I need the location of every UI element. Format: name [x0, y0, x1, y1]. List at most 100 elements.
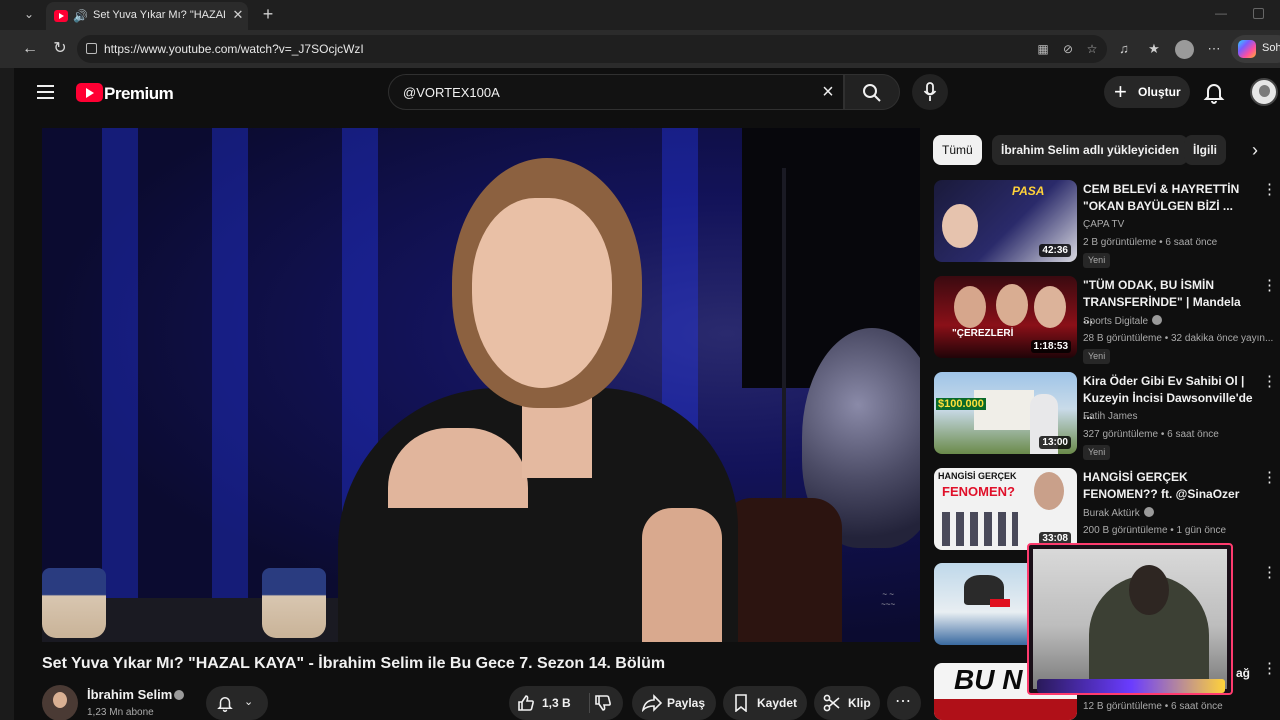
scissors-icon [823, 694, 840, 712]
refresh-icon[interactable]: ↻ [50, 39, 70, 59]
search-input[interactable]: @VORTEX100A × [388, 74, 844, 110]
subscriber-count: 1,23 Mn abone [87, 707, 154, 718]
window-minimize-button[interactable]: — [1214, 6, 1228, 20]
plus-icon: + [1114, 79, 1127, 104]
curtain-fold [102, 128, 138, 642]
hamburger-menu-icon[interactable] [34, 81, 58, 103]
video-title: Set Yuva Yıkar Mı? "HAZAL KAYA" - İbrahi… [42, 655, 666, 672]
new-badge: Yeni [1083, 253, 1111, 268]
clip-label: Klip [848, 696, 871, 710]
more-vertical-icon[interactable]: ⋮ [1262, 564, 1277, 582]
recommendation-channel[interactable]: Burak Aktürk [1083, 507, 1154, 519]
browser-profile-avatar[interactable] [1175, 40, 1194, 59]
more-icon[interactable]: ⋯ [1205, 40, 1223, 58]
share-button[interactable]: Paylaş [632, 686, 716, 720]
recommendation-thumbnail[interactable]: HANGİSİ GERÇEK FENOMEN? 33:08 [934, 468, 1077, 550]
video-duration: 1:18:53 [1030, 340, 1071, 353]
streamer-head [1129, 565, 1169, 615]
new-badge: Yeni [1083, 349, 1111, 364]
clip-button[interactable]: Klip [814, 686, 880, 720]
channel-name[interactable]: İbrahim Selim [87, 687, 172, 702]
address-bar[interactable]: https://www.youtube.com/watch?v=_J7SOcjc… [77, 35, 1107, 63]
recommendation-title[interactable]: CEM BELEVİ & HAYRETTİN "OKAN BAYÜLGEN Bİ… [1083, 181, 1253, 215]
lamp-post [782, 168, 786, 528]
logo-text: Premium [104, 84, 174, 103]
show-watermark-logo: ~ ~ ~~~ [880, 590, 895, 609]
search-button[interactable] [844, 74, 900, 110]
like-button[interactable]: 1,3 B [509, 686, 589, 720]
more-actions-button[interactable]: ⋯ [887, 686, 921, 720]
recommendation-thumbnail[interactable]: $100.000 13:00 [934, 372, 1077, 454]
tracking-prevention-icon[interactable]: ⊘ [1060, 41, 1076, 57]
bell-icon [217, 697, 233, 712]
armchair [722, 498, 842, 642]
more-vertical-icon[interactable]: ⋮ [1262, 181, 1277, 199]
chevron-right-icon[interactable]: › [1244, 139, 1266, 161]
audio-playing-icon[interactable]: 🔊 [73, 8, 89, 24]
thumb-house [974, 390, 1034, 430]
video-duration: 42:36 [1039, 244, 1071, 257]
thumb-person [954, 286, 986, 328]
video-player[interactable]: ~ ~ ~~~ [42, 128, 920, 642]
favorites-icon[interactable]: ★ [1145, 40, 1163, 58]
thumb-strip [934, 699, 1077, 720]
save-button[interactable]: Kaydet [723, 686, 807, 720]
like-dislike-group: 1,3 B [509, 686, 623, 720]
more-vertical-icon[interactable]: ⋮ [1262, 660, 1277, 678]
tab-list-chevron-icon[interactable]: ⌄ [20, 7, 38, 23]
copilot-button[interactable]: Soh [1231, 35, 1280, 63]
thumb-person [1034, 472, 1064, 510]
subscribed-notification-button[interactable]: ⌄ [206, 686, 268, 720]
recommendation-meta: 2 B görüntüleme • 6 saat önce [1083, 237, 1218, 248]
video-duration: 13:00 [1039, 436, 1071, 449]
recommendation-channel[interactable]: Sports Digitale [1083, 315, 1163, 327]
favorite-star-icon[interactable]: ☆ [1084, 41, 1100, 57]
share-label: Paylaş [667, 696, 706, 710]
media-control-icon[interactable]: ♫ [1115, 40, 1133, 58]
thumb-subtext: FENOMEN? [942, 484, 1015, 499]
recommendation-meta: 200 B görüntüleme • 1 gün önce [1083, 525, 1227, 536]
tab-close-icon[interactable]: ✕ [230, 7, 246, 23]
recommendation-thumbnail[interactable]: PASA 42:36 [934, 180, 1077, 262]
clear-search-icon[interactable]: × [817, 81, 839, 103]
copilot-label: Soh [1262, 42, 1280, 54]
thumb-person [996, 284, 1028, 326]
recommendation-channel[interactable]: ÇAPA TV [1083, 219, 1124, 230]
new-tab-button[interactable]: + [258, 4, 278, 24]
dislike-button[interactable] [590, 686, 623, 720]
recommendation-channel[interactable]: Fatih James [1083, 411, 1137, 422]
recommendation-thumbnail[interactable]: "ÇEREZLERİ 1:18:53 [934, 276, 1077, 358]
search-value[interactable]: @VORTEX100A [403, 85, 500, 100]
youtube-favicon-icon [54, 10, 68, 22]
account-avatar[interactable] [1250, 78, 1278, 106]
browser-tab[interactable]: 🔊 Set Yuva Yıkar Mı? "HAZAL KA ✕ [46, 2, 248, 30]
notifications-bell-icon[interactable] [1202, 80, 1226, 104]
browser-side-strip [0, 68, 14, 720]
lock-icon[interactable] [86, 43, 97, 54]
more-vertical-icon[interactable]: ⋮ [1262, 277, 1277, 295]
search-icon [863, 84, 881, 102]
tab-title: Set Yuva Yıkar Mı? "HAZAL KA [93, 9, 225, 21]
thumbs-up-icon [518, 695, 534, 711]
url-text[interactable]: https://www.youtube.com/watch?v=_J7SOcjc… [104, 42, 364, 56]
more-vertical-icon[interactable]: ⋮ [1262, 373, 1277, 391]
voice-search-button[interactable] [912, 74, 948, 110]
chip-all[interactable]: Tümü [933, 135, 982, 165]
youtube-premium-logo[interactable]: Premium [76, 81, 176, 105]
window-maximize-button[interactable] [1253, 8, 1264, 19]
create-button[interactable]: + Oluştur [1104, 76, 1190, 108]
thumb-arrow [990, 599, 1010, 607]
apps-grid-icon[interactable]: ▦ [1035, 41, 1051, 57]
recommendation-title[interactable]: HANGİSİ GERÇEK FENOMEN?? ft. @SinaOzer [1083, 469, 1253, 503]
ceramic-cup [42, 568, 106, 638]
more-vertical-icon[interactable]: ⋮ [1262, 469, 1277, 487]
youtube-logo-icon [76, 83, 103, 102]
back-icon[interactable]: ← [20, 39, 40, 59]
channel-avatar[interactable] [42, 685, 78, 720]
chip-related[interactable]: İlgili [1184, 135, 1226, 165]
verified-badge-icon [174, 690, 184, 700]
bookmark-icon [735, 694, 747, 712]
recommendation-meta: 327 görüntüleme • 6 saat önce [1083, 429, 1219, 440]
chip-from-uploader[interactable]: İbrahim Selim adlı yükleyiciden [992, 135, 1189, 165]
thumb-text: BU N [954, 664, 1023, 695]
